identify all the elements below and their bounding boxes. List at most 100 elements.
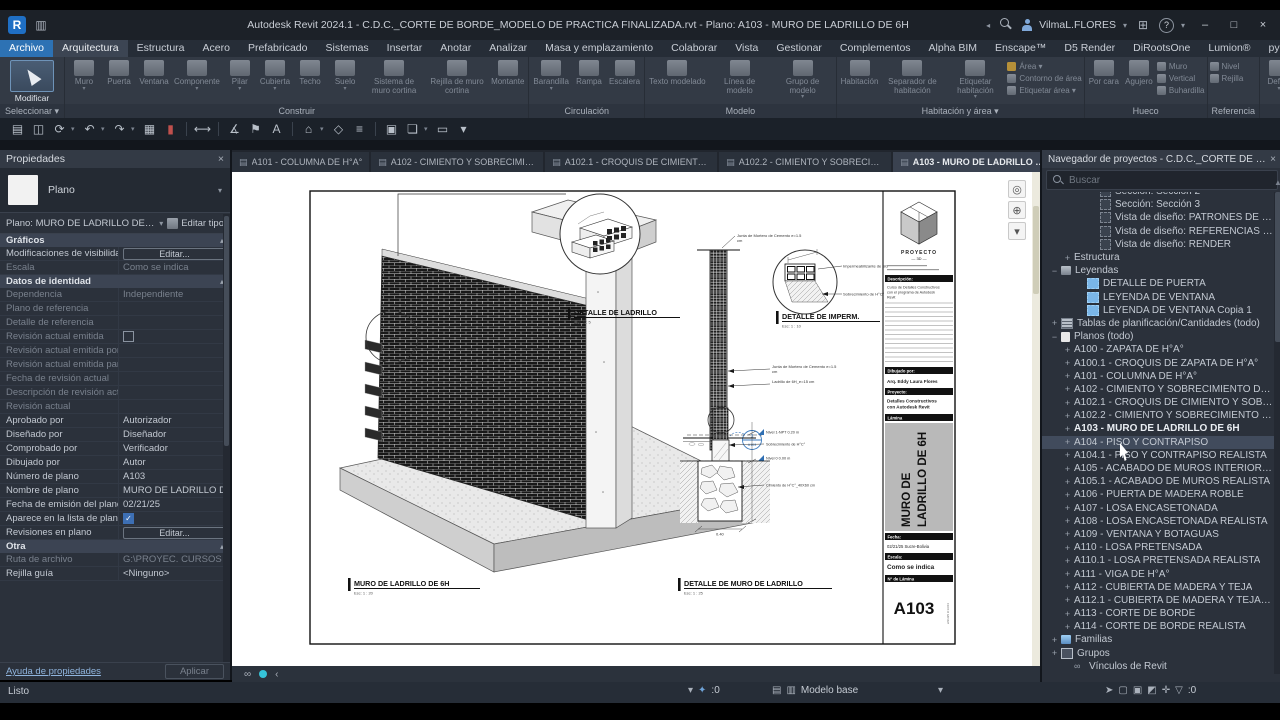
- tool-sistema-de-muro-cortina[interactable]: Sistema de muro cortina: [363, 59, 425, 96]
- tree-item-a112-cubierta-de-mad[interactable]: + A112 - CUBIERTA DE MADERA Y TEJA: [1042, 581, 1274, 594]
- tool-rampa[interactable]: Rampa: [572, 59, 606, 88]
- tool-ventana[interactable]: Ventana: [137, 59, 171, 88]
- view-tab-a101-col[interactable]: ▤ A101 - COLUMNA DE H°A°: [232, 152, 370, 172]
- expand-icon[interactable]: +: [1063, 424, 1072, 434]
- tool-escalera[interactable]: Escalera: [607, 59, 642, 88]
- drawing-area[interactable]: DETALLE DE LADRILLO Esc: 1 : 5 Junta de …: [232, 172, 1040, 666]
- thin-lines-icon[interactable]: ≡: [350, 121, 369, 138]
- canvas-scrollbar[interactable]: [1032, 172, 1040, 666]
- minimize-button[interactable]: –: [1196, 19, 1214, 31]
- design-options-control[interactable]: ▤ ▥ Modelo base: [772, 685, 858, 696]
- collapse-icon[interactable]: −: [1050, 266, 1059, 276]
- ribbon-tab-alpha-bim[interactable]: Alpha BIM: [920, 40, 986, 57]
- tree-item-a111-viga-de-h-a[interactable]: + A111 - VIGA DE H°A°: [1042, 567, 1274, 580]
- tree-item-a110-losa-pretensada[interactable]: + A110 - LOSA PRETENSADA: [1042, 541, 1274, 554]
- more-tools-icon[interactable]: ▾: [454, 121, 473, 138]
- property-value[interactable]: Verificador: [119, 443, 230, 454]
- property-row-escala[interactable]: Escala Como se indica: [0, 261, 230, 275]
- expand-icon[interactable]: +: [1063, 582, 1072, 592]
- tool-l-nea-de-modelo[interactable]: Línea de modelo: [709, 59, 771, 96]
- caret-icon[interactable]: ▾: [131, 125, 138, 133]
- tree-item-tablas-de-planificaci[interactable]: + Tablas de planificación/Cantidades (tod…: [1042, 317, 1274, 330]
- tool-contorno-de-rea[interactable]: Contorno de área: [1007, 73, 1082, 84]
- tree-item-estructura[interactable]: + Estructura: [1042, 251, 1274, 264]
- view-tab-a102-cim[interactable]: ▤ A102 - CIMIENTO Y SOBRECIMIENT...: [371, 152, 544, 172]
- ribbon-tab-complementos[interactable]: Complementos: [831, 40, 920, 57]
- expand-icon[interactable]: +: [1063, 398, 1072, 408]
- tree-item-a102-cimiento-y-sobr[interactable]: + A102 - CIMIENTO Y SOBRECIMIENTO DE H°C°: [1042, 383, 1274, 396]
- property-section-datos-de-identidad[interactable]: Datos de identidad ▴: [0, 275, 230, 288]
- ribbon-tab-acero[interactable]: Acero: [194, 40, 239, 57]
- expand-icon[interactable]: +: [1063, 437, 1072, 447]
- expand-icon[interactable]: +: [1063, 345, 1072, 355]
- ribbon-tab-lumion[interactable]: Lumion®: [1199, 40, 1259, 57]
- property-row-dise-ado-por[interactable]: Diseñado por Diseñador: [0, 428, 230, 442]
- property-row-revisi-n-actual[interactable]: Revisión actual: [0, 400, 230, 414]
- property-row-n-mero-de-plano[interactable]: Número de plano A103: [0, 470, 230, 484]
- tool-etiquetar-habitaci-n[interactable]: Etiquetar habitación ▾: [944, 59, 1006, 101]
- tree-item-a110-1-losa-pretensa[interactable]: + A110.1 - LOSA PRETENSADA REALISTA: [1042, 554, 1274, 567]
- signed-in-user[interactable]: VilmaL.FLORES: [1039, 19, 1116, 31]
- ribbon-tab-d5-render[interactable]: D5 Render: [1055, 40, 1124, 57]
- expand-icon[interactable]: +: [1063, 371, 1072, 381]
- property-row-plano-de-referencia[interactable]: Plano de referencia: [0, 302, 230, 316]
- expand-icon[interactable]: +: [1063, 556, 1072, 566]
- open-icon[interactable]: ▤: [8, 121, 27, 138]
- maximize-button[interactable]: □: [1225, 19, 1243, 31]
- expand-icon[interactable]: +: [1063, 384, 1072, 394]
- project-browser-header[interactable]: Navegador de proyectos - C.D.C._CORTE DE…: [1042, 150, 1280, 168]
- tree-item-a113-corte-de-borde[interactable]: + A113 - CORTE DE BORDE: [1042, 607, 1274, 620]
- tree-item-vista-de-dise-o-patro[interactable]: Vista de diseño: PATRONES DE DISEÑO Y DE…: [1042, 211, 1274, 224]
- panel-label-plano-de-trabajo[interactable]: Plano de trabajo: [1260, 104, 1280, 118]
- detail-level-icon[interactable]: ∞: [244, 669, 251, 680]
- tool-buhardilla[interactable]: Buhardilla: [1156, 85, 1205, 96]
- instance-caret-icon[interactable]: ▾: [159, 219, 163, 228]
- checkbox-checked[interactable]: ✓: [123, 513, 134, 524]
- tool-nivel[interactable]: Nivel: [1209, 61, 1244, 72]
- tree-item-a114-corte-de-borde[interactable]: + A114 - CORTE DE BORDE REALISTA: [1042, 620, 1274, 633]
- search-icon[interactable]: [997, 16, 1015, 34]
- panel-label-hueco[interactable]: Hueco: [1084, 104, 1207, 118]
- default-3d-view-icon[interactable]: ⌂: [299, 121, 318, 138]
- zoom-icon[interactable]: ⊕: [1008, 201, 1026, 219]
- tool-etiquetar-rea[interactable]: Etiquetar área ▾: [1007, 85, 1081, 96]
- tree-item-a105-acabado-de-muro[interactable]: + A105 - ACABADO DE MUROS INTERIORES: [1042, 462, 1274, 475]
- checkbox[interactable]: [123, 331, 134, 342]
- property-section-gr-ficos[interactable]: Gráficos ▴: [0, 234, 230, 247]
- collapse-icon[interactable]: ‹: [275, 669, 278, 680]
- tool-techo[interactable]: Techo: [293, 59, 327, 88]
- ribbon-tab-insertar[interactable]: Insertar: [378, 40, 432, 57]
- tree-item-a101-columna-de-h-a[interactable]: + A101 - COLUMNA DE H°A°: [1042, 370, 1274, 383]
- navbar-caret-icon[interactable]: ▾: [1008, 222, 1026, 240]
- drag-on-selection-icon[interactable]: ✛: [1162, 685, 1170, 696]
- property-row-modificaciones-de-visibilida[interactable]: Modificaciones de visibilida... Editar...: [0, 247, 230, 261]
- collapse-icon[interactable]: −: [1050, 332, 1059, 342]
- revit-app-menu-icon[interactable]: R: [8, 16, 26, 34]
- tree-item-secci-n-secci-n-3[interactable]: Sección: Sección 3: [1042, 198, 1274, 211]
- apply-button[interactable]: Aplicar: [164, 664, 224, 679]
- tool-habitaci-n[interactable]: Habitación: [839, 59, 881, 88]
- panel-label-circulaci-n[interactable]: Circulación: [529, 104, 645, 118]
- tree-item-a104-1-piso-y-contra[interactable]: + A104.1 - PISO Y CONTRAPISO REALISTA: [1042, 449, 1274, 462]
- property-value[interactable]: Como se indica: [119, 262, 230, 273]
- modify-button[interactable]: Modificar: [8, 59, 56, 104]
- expand-icon[interactable]: +: [1050, 635, 1059, 645]
- measure-icon[interactable]: ⟷: [193, 121, 212, 138]
- property-row-ruta-de-archivo[interactable]: Ruta de archivoG:\PROYEC. CURSOS VIRTUA.…: [0, 553, 230, 567]
- ribbon-tab-colaborar[interactable]: Colaborar: [662, 40, 726, 57]
- tree-item-a109-ventana-y-botag[interactable]: + A109 - VENTANA Y BOTAGUAS: [1042, 528, 1274, 541]
- property-row-rejilla-gu-a[interactable]: Rejilla guía <Ninguno>: [0, 567, 230, 581]
- tag-by-category-icon[interactable]: ⚑: [246, 121, 265, 138]
- property-row-nombre-de-plano[interactable]: Nombre de planoMURO DE LADRILLO DE 6H: [0, 484, 230, 498]
- properties-scrollbar[interactable]: [223, 214, 230, 662]
- tree-item-a102-2-cimiento-y-so[interactable]: +A102.2 - CIMIENTO Y SOBRECIMIENTO _REAL…: [1042, 409, 1274, 422]
- edit-button[interactable]: Editar...: [123, 526, 226, 539]
- panel-label-habitaci-n-y-rea[interactable]: Habitación y área ▾: [836, 104, 1084, 118]
- tree-item-a107-losa-encasetona[interactable]: + A107 - LOSA ENCASETONADA: [1042, 502, 1274, 515]
- expand-icon[interactable]: +: [1063, 477, 1072, 487]
- ribbon-tab-masa-y-emplazamiento[interactable]: Masa y emplazamiento: [536, 40, 662, 57]
- reveal-hidden-elements-icon[interactable]: [259, 670, 268, 678]
- expand-icon[interactable]: +: [1063, 609, 1072, 619]
- expand-icon[interactable]: +: [1063, 543, 1072, 553]
- property-value[interactable]: <Ninguno>: [119, 568, 230, 579]
